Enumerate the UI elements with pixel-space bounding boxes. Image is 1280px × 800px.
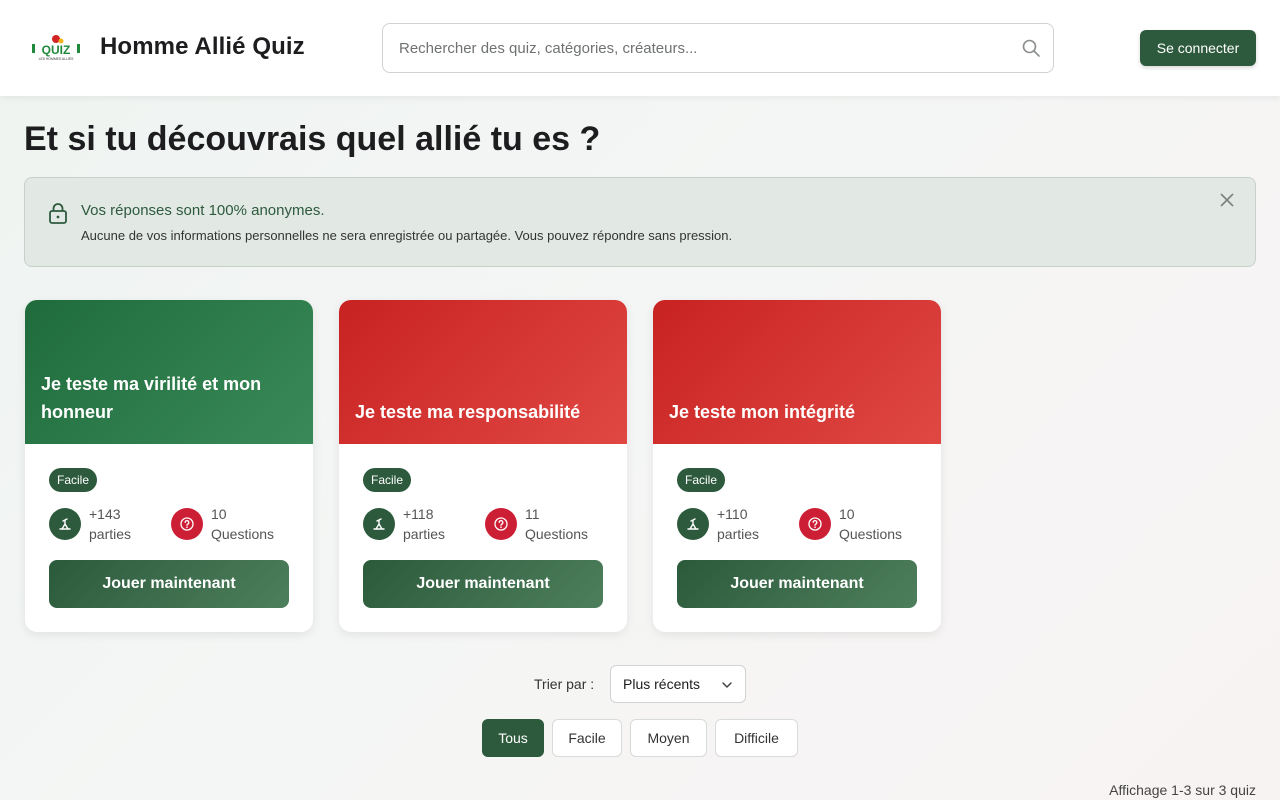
plays-icon (363, 508, 395, 540)
questions-count: 10 (839, 506, 855, 522)
plays-icon (677, 508, 709, 540)
questions-count: 10 (211, 506, 227, 522)
sort-label: Trier par : (534, 676, 595, 692)
difficulty-badge: Facile (363, 468, 412, 492)
lock-icon (49, 203, 67, 224)
questions-label: Questions (211, 526, 275, 542)
sort-selected-value[interactable]: Plus récents (623, 676, 700, 692)
plays-label: parties (717, 526, 760, 542)
notice-title: Vos réponses sont 100% anonymes. (81, 202, 325, 219)
question-icon (485, 508, 517, 540)
chevron-down-icon[interactable] (721, 679, 733, 691)
difficulty-badge: Facile (677, 468, 726, 492)
results-count: Affichage 1-3 sur 3 quiz (1109, 782, 1256, 798)
plays-count: +118 (403, 506, 434, 522)
questions-count: 11 (525, 506, 540, 522)
sort-select[interactable]: Plus récents (610, 665, 746, 703)
card-header[interactable]: Je teste ma virilité et mon honneur (25, 300, 313, 444)
anonymity-notice: Vos réponses sont 100% anonymes. Aucune … (24, 177, 1256, 267)
card-header[interactable]: Je teste ma responsabilité (339, 300, 627, 444)
plays-label: parties (403, 526, 446, 542)
search-input[interactable] (399, 24, 999, 72)
filter-medium[interactable]: Moyen (630, 719, 707, 757)
card-title[interactable]: Je teste mon intégrité (669, 398, 925, 426)
filter-all[interactable]: Tous (482, 719, 544, 757)
close-icon[interactable] (1219, 192, 1235, 208)
search-icon[interactable] (1021, 38, 1041, 58)
page-title: Et si tu découvrais quel allié tu es ? (24, 120, 601, 158)
question-icon (799, 508, 831, 540)
quiz-logo[interactable]: QUIZ LES HOMMES ALLIÉS (32, 34, 80, 62)
notice-text: Aucune de vos informations personnelles … (81, 228, 733, 243)
questions-label: Questions (839, 526, 903, 542)
questions-label: Questions (525, 526, 589, 542)
play-button[interactable]: Jouer maintenant (677, 560, 917, 608)
card-title[interactable]: Je teste ma responsabilité (355, 398, 611, 426)
card-title[interactable]: Je teste ma virilité et mon honneur (41, 370, 297, 426)
quiz-card[interactable]: Je teste ma responsabilité Facile +118 p… (339, 300, 627, 632)
plays-count: +143 (89, 506, 121, 522)
logo-subtext: LES HOMMES ALLIÉS (39, 56, 75, 61)
play-button[interactable]: Jouer maintenant (49, 560, 289, 608)
plays-label: parties (89, 526, 132, 542)
logo-text: QUIZ (42, 43, 71, 57)
brand-name[interactable]: Homme Allié Quiz (100, 33, 305, 61)
plays-icon (49, 508, 81, 540)
plays-count: +110 (717, 506, 748, 522)
login-button[interactable]: Se connecter (1140, 30, 1256, 66)
card-header[interactable]: Je teste mon intégrité (653, 300, 941, 444)
quiz-card[interactable]: Je teste mon intégrité Facile +110 parti… (653, 300, 941, 632)
search-bar[interactable] (382, 23, 1054, 73)
question-icon (171, 508, 203, 540)
quiz-card[interactable]: Je teste ma virilité et mon honneur Faci… (25, 300, 313, 632)
filter-easy[interactable]: Facile (552, 719, 622, 757)
difficulty-badge: Facile (49, 468, 98, 492)
play-button[interactable]: Jouer maintenant (363, 560, 603, 608)
filter-hard[interactable]: Difficile (715, 719, 798, 757)
top-header: QUIZ LES HOMMES ALLIÉS Homme Allié Quiz … (0, 0, 1280, 96)
